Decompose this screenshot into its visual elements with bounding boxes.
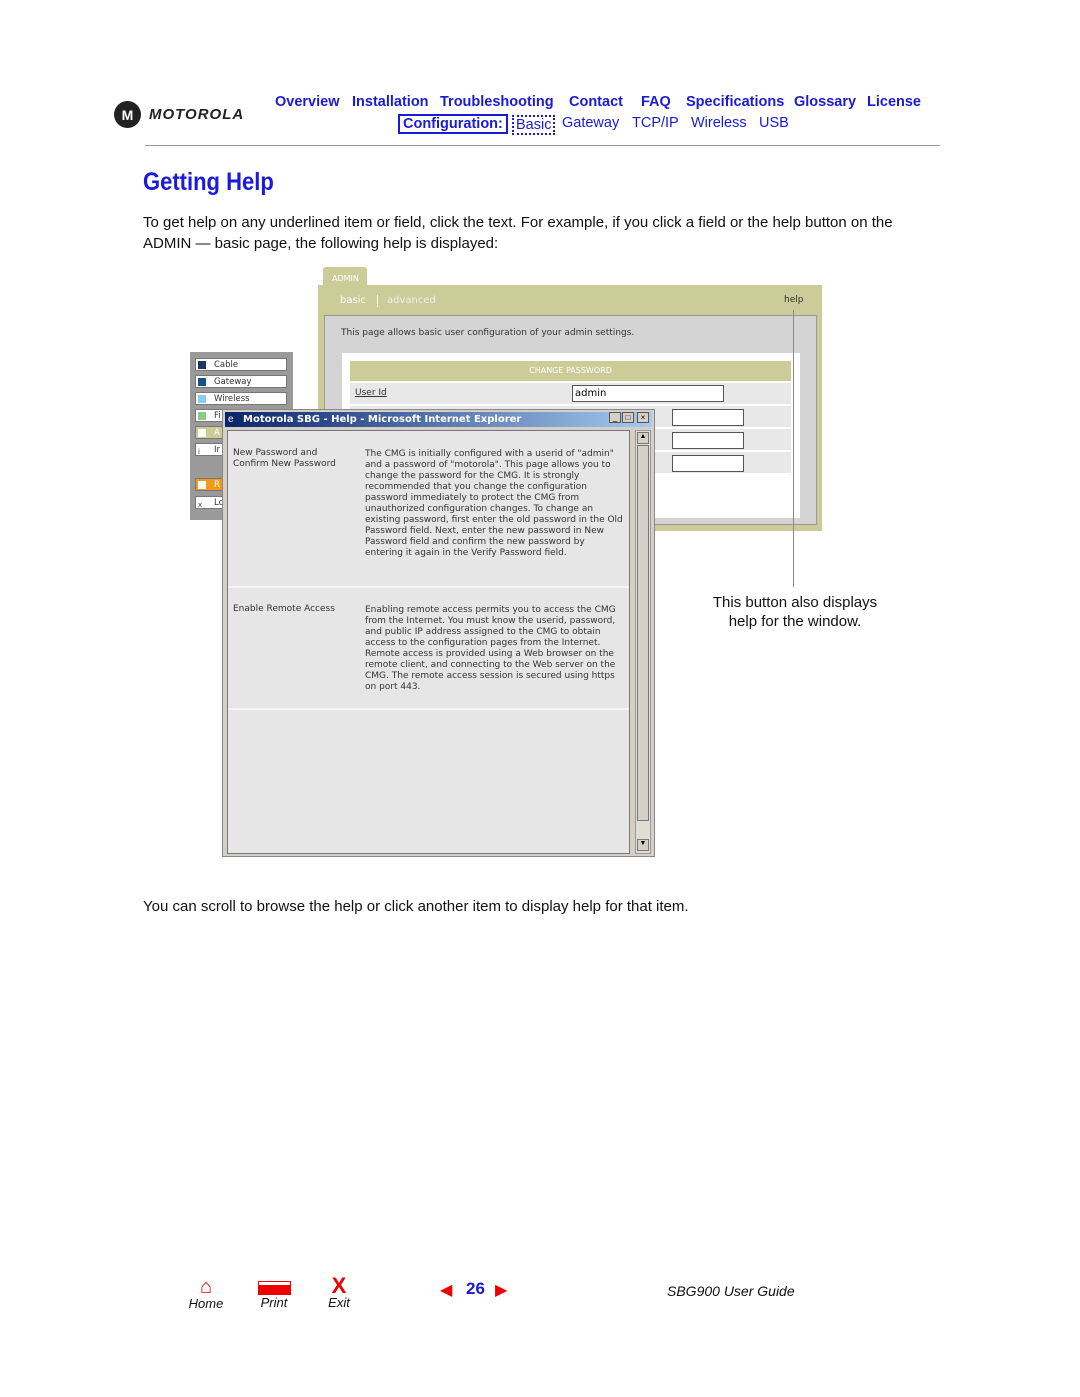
user-id-label[interactable]: User Id — [355, 388, 387, 398]
maximize-button[interactable]: □ — [622, 412, 634, 423]
nav-wireless[interactable]: Wireless — [691, 115, 747, 131]
divider — [145, 145, 940, 146]
help-text: Enabling remote access permits you to ac… — [365, 605, 616, 692]
sidebar-item-cable[interactable]: Cable — [195, 358, 287, 371]
motorola-batwing-icon: M — [114, 101, 141, 128]
guide-title: SBG900 User Guide — [667, 1283, 795, 1299]
next-page-arrow-icon[interactable]: ▶ — [495, 1280, 507, 1300]
close-button[interactable]: × — [637, 412, 649, 423]
page-number: 26 — [466, 1279, 485, 1298]
help-button[interactable]: help — [784, 295, 803, 305]
brand-name: MOTOROLA — [149, 106, 245, 123]
nav-specifications[interactable]: Specifications — [686, 94, 784, 110]
sidebar-item-wireless[interactable]: Wireless — [195, 392, 287, 405]
nav-gateway[interactable]: Gateway — [562, 115, 619, 131]
nav-usb[interactable]: USB — [759, 115, 789, 131]
prev-page-arrow-icon[interactable]: ◀ — [440, 1280, 452, 1300]
nav-contact[interactable]: Contact — [569, 94, 623, 110]
help-window-title: Motorola SBG - Help - Microsoft Internet… — [225, 412, 652, 427]
exit-x-icon: X — [331, 1273, 347, 1298]
old-password-input[interactable] — [672, 409, 744, 426]
help-window: Motorola SBG - Help - Microsoft Internet… — [222, 409, 655, 857]
new-password-input[interactable] — [672, 432, 744, 449]
user-id-input[interactable]: admin — [572, 385, 724, 402]
print-button[interactable]: Print — [254, 1281, 294, 1310]
admin-tab[interactable]: ADMIN — [323, 267, 367, 287]
nav-tcpip[interactable]: TCP/IP — [632, 115, 679, 131]
nav-installation[interactable]: Installation — [352, 94, 429, 110]
motorola-logo: M MOTOROLA — [114, 101, 244, 128]
help-term[interactable]: New Password and Confirm New Password — [233, 448, 351, 470]
nav-glossary[interactable]: Glossary — [794, 94, 856, 110]
subtab-advanced[interactable]: advanced — [387, 295, 436, 306]
scroll-down-icon[interactable]: ▼ — [637, 839, 649, 851]
change-password-header: CHANGE PASSWORD — [350, 361, 791, 381]
ie-icon: e — [228, 414, 234, 425]
help-content: New Password and Confirm New Password Th… — [227, 430, 630, 854]
home-icon: ⌂ — [199, 1276, 213, 1298]
nav-faq[interactable]: FAQ — [641, 94, 671, 110]
nav-overview[interactable]: Overview — [275, 94, 340, 110]
nav-troubleshooting[interactable]: Troubleshooting — [440, 94, 554, 110]
help-term[interactable]: Enable Remote Access — [233, 604, 358, 615]
nav-license[interactable]: License — [867, 94, 921, 110]
sidebar-item-gateway[interactable]: Gateway — [195, 375, 287, 388]
minimize-button[interactable]: _ — [609, 412, 621, 423]
subtab-basic[interactable]: basic — [340, 295, 366, 306]
help-text: The CMG is initially configured with a u… — [365, 449, 623, 558]
outro-text: You can scroll to browse the help or cli… — [143, 898, 689, 915]
verify-password-input[interactable] — [672, 455, 744, 472]
nav-configuration[interactable]: Configuration: — [398, 114, 508, 134]
callout-line — [793, 310, 794, 587]
printer-icon — [257, 1281, 291, 1295]
scrollbar[interactable]: ▲ ▼ — [635, 430, 651, 854]
exit-button[interactable]: X Exit — [322, 1273, 356, 1311]
home-button[interactable]: ⌂ Home — [186, 1276, 226, 1311]
intro-text: To get help on any underlined item or fi… — [143, 214, 893, 252]
admin-description: This page allows basic user configuratio… — [341, 328, 635, 338]
callout-text: This button also displays help for the w… — [712, 594, 878, 630]
nav-basic[interactable]: Basic — [512, 115, 556, 135]
scroll-thumb[interactable] — [637, 445, 649, 821]
scroll-up-icon[interactable]: ▲ — [637, 432, 649, 444]
page-title: Getting Help — [143, 168, 274, 196]
